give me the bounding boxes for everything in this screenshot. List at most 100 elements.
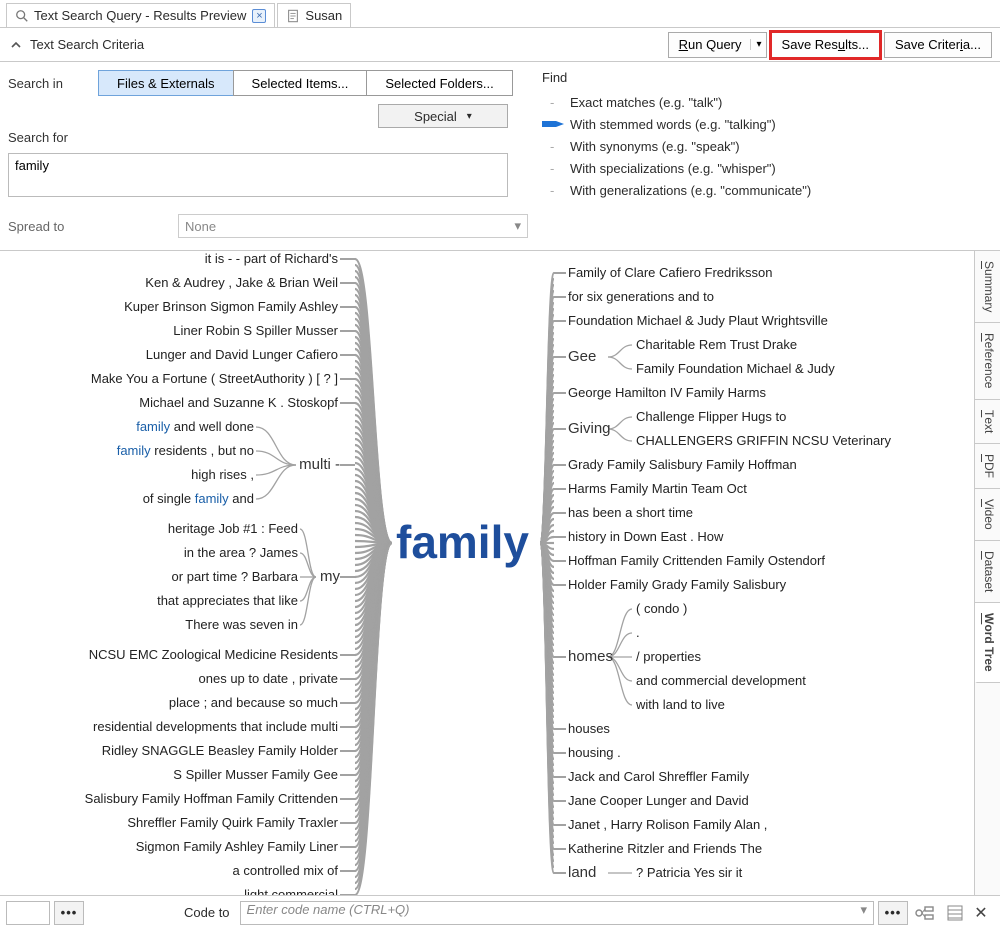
tree-leaf[interactable]: Holder Family Grady Family Salisbury [568, 577, 786, 592]
tree-leaf[interactable]: for six generations and to [568, 289, 714, 304]
search-in-selected-items[interactable]: Selected Items... [233, 70, 368, 96]
tree-leaf[interactable]: George Hamilton IV Family Harms [568, 385, 766, 400]
find-option[interactable]: -With generalizations (e.g. "communicate… [542, 179, 992, 201]
tree-leaf[interactable]: or part time ? Barbara [172, 569, 298, 584]
tree-leaf[interactable]: Hoffman Family Crittenden Family Ostendo… [568, 553, 825, 568]
tab-results-preview[interactable]: Text Search Query - Results Preview × [6, 3, 275, 27]
tree-leaf[interactable]: place ; and because so much [169, 695, 338, 710]
tree-leaf[interactable]: Family of Clare Cafiero Fredriksson [568, 265, 772, 280]
tree-leaf[interactable]: Jane Cooper Lunger and David [568, 793, 749, 808]
special-dropdown[interactable]: Special▾ [378, 104, 508, 128]
tree-leaf[interactable]: history in Down East . How [568, 529, 723, 544]
code-more-button[interactable]: ••• [54, 901, 84, 925]
word-tree-root[interactable]: family [396, 515, 529, 569]
tree-leaf[interactable]: in the area ? James [184, 545, 298, 560]
tree-leaf[interactable]: Sigmon Family Ashley Family Liner [136, 839, 338, 854]
tree-leaf[interactable]: houses [568, 721, 610, 736]
search-for-input[interactable] [8, 153, 508, 197]
tree-leaf[interactable]: Salisbury Family Hoffman Family Crittend… [85, 791, 338, 806]
save-criteria-button[interactable]: Save Criteria... [884, 32, 992, 58]
criteria-panel: Search in Files & Externals Selected Ite… [0, 62, 1000, 251]
save-results-button[interactable]: Save Results... [771, 32, 880, 58]
tree-leaf[interactable]: Michael and Suzanne K . Stoskopf [139, 395, 338, 410]
tree-leaf[interactable]: Harms Family Martin Team Oct [568, 481, 747, 496]
spread-to-select[interactable]: None▾ [178, 214, 528, 238]
tree-branch-label[interactable]: land [568, 864, 596, 881]
run-query-button[interactable]: Run Query ▾ [668, 32, 767, 58]
tree-branch-label[interactable]: Giving [568, 420, 611, 437]
word-tree-canvas[interactable]: family it is - - part of Richard's Ken & … [0, 251, 974, 895]
tree-leaf[interactable]: Ridley SNAGGLE Beasley Family Holder [102, 743, 338, 758]
side-tab-text[interactable]: Text [975, 400, 1000, 444]
tree-leaf[interactable]: of single family and [143, 491, 254, 506]
side-tab-dataset[interactable]: Dataset [975, 541, 1000, 603]
hierarchy-icon[interactable] [912, 901, 938, 925]
tree-leaf[interactable]: Liner Robin S Spiller Musser [173, 323, 338, 338]
find-option[interactable]: -Exact matches (e.g. "talk") [542, 91, 992, 113]
tree-leaf[interactable]: . [636, 625, 640, 640]
tree-leaf[interactable]: Shreffler Family Quirk Family Traxler [127, 815, 338, 830]
tree-leaf[interactable]: light commercial [244, 887, 338, 895]
tree-leaf[interactable]: it is - - part of Richard's [205, 251, 338, 266]
tree-leaf[interactable]: Family Foundation Michael & Judy [636, 361, 835, 376]
tree-leaf[interactable]: residential developments that include mu… [93, 719, 338, 734]
tree-leaf[interactable]: Lunger and David Lunger Cafiero [146, 347, 338, 362]
tree-branch-label[interactable]: Gee [568, 348, 596, 365]
spread-to-label: Spread to [8, 219, 178, 234]
tree-leaf[interactable]: Challenge Flipper Hugs to [636, 409, 786, 424]
code-to-input[interactable]: Enter code name (CTRL+Q) [240, 901, 874, 925]
tree-leaf[interactable]: Ken & Audrey , Jake & Brian Weil [145, 275, 338, 290]
tree-leaf[interactable]: Katherine Ritzler and Friends The [568, 841, 762, 856]
tree-leaf[interactable]: Make You a Fortune ( StreetAuthority ) [… [91, 371, 338, 386]
side-tab-video[interactable]: Video [975, 489, 1000, 541]
tree-leaf[interactable]: Charitable Rem Trust Drake [636, 337, 797, 352]
tree-leaf[interactable]: / properties [636, 649, 701, 664]
search-in-files[interactable]: Files & Externals [98, 70, 234, 96]
tree-leaf[interactable]: housing . [568, 745, 621, 760]
criteria-header: Text Search Criteria Run Query ▾ Save Re… [0, 28, 1000, 62]
tree-branch-label[interactable]: homes [568, 648, 613, 665]
tree-leaf[interactable]: with land to live [636, 697, 725, 712]
tree-leaf[interactable]: Kuper Brinson Sigmon Family Ashley [124, 299, 338, 314]
tree-leaf[interactable]: S Spiller Musser Family Gee [173, 767, 338, 782]
tree-leaf[interactable]: high rises , [191, 467, 254, 482]
code-scope-dropdown[interactable] [6, 901, 50, 925]
tree-branch-label[interactable]: my [320, 568, 340, 585]
find-option[interactable]: With stemmed words (e.g. "talking") [542, 113, 992, 135]
tree-leaf[interactable]: has been a short time [568, 505, 693, 520]
code-picker-button[interactable]: ••• [878, 901, 908, 925]
collapse-toggle[interactable] [8, 37, 24, 53]
tree-leaf[interactable]: Foundation Michael & Judy Plaut Wrightsv… [568, 313, 828, 328]
side-tab-reference[interactable]: Reference [975, 323, 1000, 399]
tree-leaf[interactable]: CHALLENGERS GRIFFIN NCSU Veterinary [636, 433, 891, 448]
tree-leaf[interactable]: and commercial development [636, 673, 806, 688]
search-in-selected-folders[interactable]: Selected Folders... [366, 70, 512, 96]
find-option[interactable]: -With specializations (e.g. "whisper") [542, 157, 992, 179]
side-tab-summary[interactable]: Summary [975, 251, 1000, 323]
tree-leaf[interactable]: a controlled mix of [233, 863, 339, 878]
side-tab-pdf[interactable]: PDF [975, 444, 1000, 489]
find-option[interactable]: -With synonyms (e.g. "speak") [542, 135, 992, 157]
tree-leaf[interactable]: family and well done [136, 419, 254, 434]
tree-leaf[interactable]: ones up to date , private [199, 671, 338, 686]
tree-leaf[interactable]: NCSU EMC Zoological Medicine Residents [89, 647, 338, 662]
tab-close-button[interactable]: × [252, 9, 266, 23]
dash-icon: - [542, 139, 570, 154]
close-code-bar-button[interactable]: ✕ [968, 901, 994, 925]
tree-leaf[interactable]: There was seven in [185, 617, 298, 632]
search-in-segment: Files & Externals Selected Items... Sele… [98, 70, 512, 96]
tree-leaf[interactable]: Grady Family Salisbury Family Hoffman [568, 457, 797, 472]
chevron-down-icon: ▾ [750, 39, 762, 50]
tab-susan[interactable]: Susan [277, 3, 351, 27]
stripes-icon[interactable] [942, 901, 968, 925]
tree-branch-label[interactable]: multi - [299, 456, 340, 473]
tree-leaf[interactable]: Jack and Carol Shreffler Family [568, 769, 749, 784]
find-option-label: Exact matches (e.g. "talk") [570, 95, 722, 110]
tree-leaf[interactable]: heritage Job #1 : Feed [168, 521, 298, 536]
tree-leaf[interactable]: Janet , Harry Rolison Family Alan , [568, 817, 767, 832]
side-tab-word-tree[interactable]: Word Tree [975, 603, 1000, 683]
tree-leaf[interactable]: that appreciates that like [157, 593, 298, 608]
tree-leaf[interactable]: ( condo ) [636, 601, 687, 616]
tree-leaf[interactable]: ? Patricia Yes sir it [636, 865, 742, 880]
tree-leaf[interactable]: family residents , but no [117, 443, 254, 458]
